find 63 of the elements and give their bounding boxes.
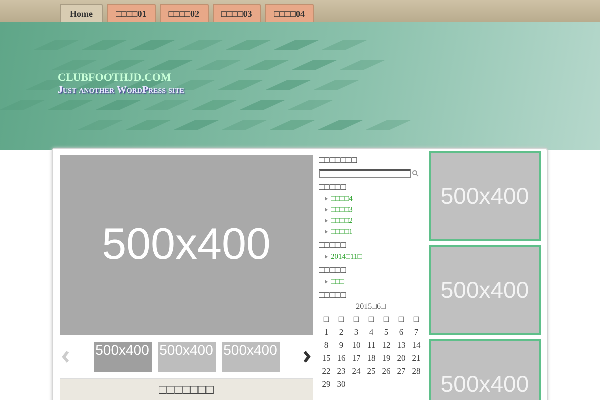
calendar-day: 1 xyxy=(324,327,329,337)
weekday-label: □ xyxy=(414,314,420,324)
calendar-day: 27 xyxy=(397,366,406,376)
calendar-day: 18 xyxy=(367,353,376,363)
site-tagline: Just another WordPress site xyxy=(58,85,184,96)
search-field[interactable] xyxy=(319,169,411,178)
calendar-day: 2 xyxy=(339,327,344,337)
widget-title: □□□□□ xyxy=(319,182,346,192)
site-title[interactable]: CLUBFOOTHJD.COM xyxy=(58,72,184,84)
calendar-day: 16 xyxy=(337,353,346,363)
weekday-label: □ xyxy=(368,314,374,324)
calendar-day: 26 xyxy=(382,366,391,376)
bullet-icon xyxy=(325,254,328,258)
slider-image: 500x400 xyxy=(60,155,313,335)
widget-title: □□□□□ xyxy=(319,265,346,275)
nav-tab[interactable]: □□□□03 xyxy=(212,4,262,22)
calendar-day: 23 xyxy=(337,366,346,376)
calendar-day: 7 xyxy=(414,327,419,337)
calendar-day: 10 xyxy=(352,340,361,350)
weekday-label: □ xyxy=(384,314,390,324)
calendar-day: 28 xyxy=(412,366,421,376)
nav-tab[interactable]: Home xyxy=(60,4,103,22)
calendar-day: 11 xyxy=(367,340,376,350)
calendar-day: 8 xyxy=(324,340,329,350)
calendar-day: 15 xyxy=(322,353,331,363)
bullet-icon xyxy=(325,196,328,200)
nav-tab[interactable]: □□□□01 xyxy=(107,4,156,22)
bullet-icon xyxy=(325,280,328,284)
nav-tab[interactable]: □□□□02 xyxy=(160,4,208,22)
calendar-day: 12 xyxy=(382,340,391,350)
slider-thumbnail[interactable]: 500x400 xyxy=(222,342,280,372)
post-title[interactable]: □□□□□□□ xyxy=(159,382,214,396)
calendar-day: 21 xyxy=(412,353,421,363)
calendar-day: 30 xyxy=(337,379,346,389)
bullet-icon xyxy=(325,218,328,222)
calendar-caption: 2015□6□ xyxy=(355,302,387,311)
calendar-day: 9 xyxy=(339,340,344,350)
calendar-day: 6 xyxy=(399,327,404,337)
weekday-label: □ xyxy=(354,314,360,324)
slider-thumbnail[interactable]: 500x400 xyxy=(94,342,152,372)
calendar-day: 25 xyxy=(367,366,376,376)
weekday-label: □ xyxy=(398,314,404,324)
weekday-label: □ xyxy=(338,314,344,324)
calendar-day: 29 xyxy=(322,379,331,389)
calendar-day: 22 xyxy=(322,366,331,376)
bullet-icon xyxy=(325,230,328,234)
calendar-day: 20 xyxy=(397,353,406,363)
calendar-day: 3 xyxy=(354,327,359,337)
search-icon[interactable] xyxy=(412,170,419,177)
calendar-day: 13 xyxy=(397,340,406,350)
calendar-day: 17 xyxy=(352,353,361,363)
bullet-icon xyxy=(325,208,328,212)
widget-title: □□□□□□□ xyxy=(319,155,358,165)
calendar-day: 14 xyxy=(412,340,421,350)
weekday-label: □ xyxy=(324,314,330,324)
widget-title: □□□□□ xyxy=(319,290,346,300)
calendar-day: 19 xyxy=(382,353,391,363)
slider-thumbnail[interactable]: 500x400 xyxy=(158,342,216,372)
calendar-day: 5 xyxy=(384,327,389,337)
calendar-day: 4 xyxy=(369,327,374,337)
nav-tab[interactable]: □□□□04 xyxy=(265,4,314,22)
widget-title: □□□□□ xyxy=(319,240,346,250)
calendar-day: 24 xyxy=(352,366,361,376)
